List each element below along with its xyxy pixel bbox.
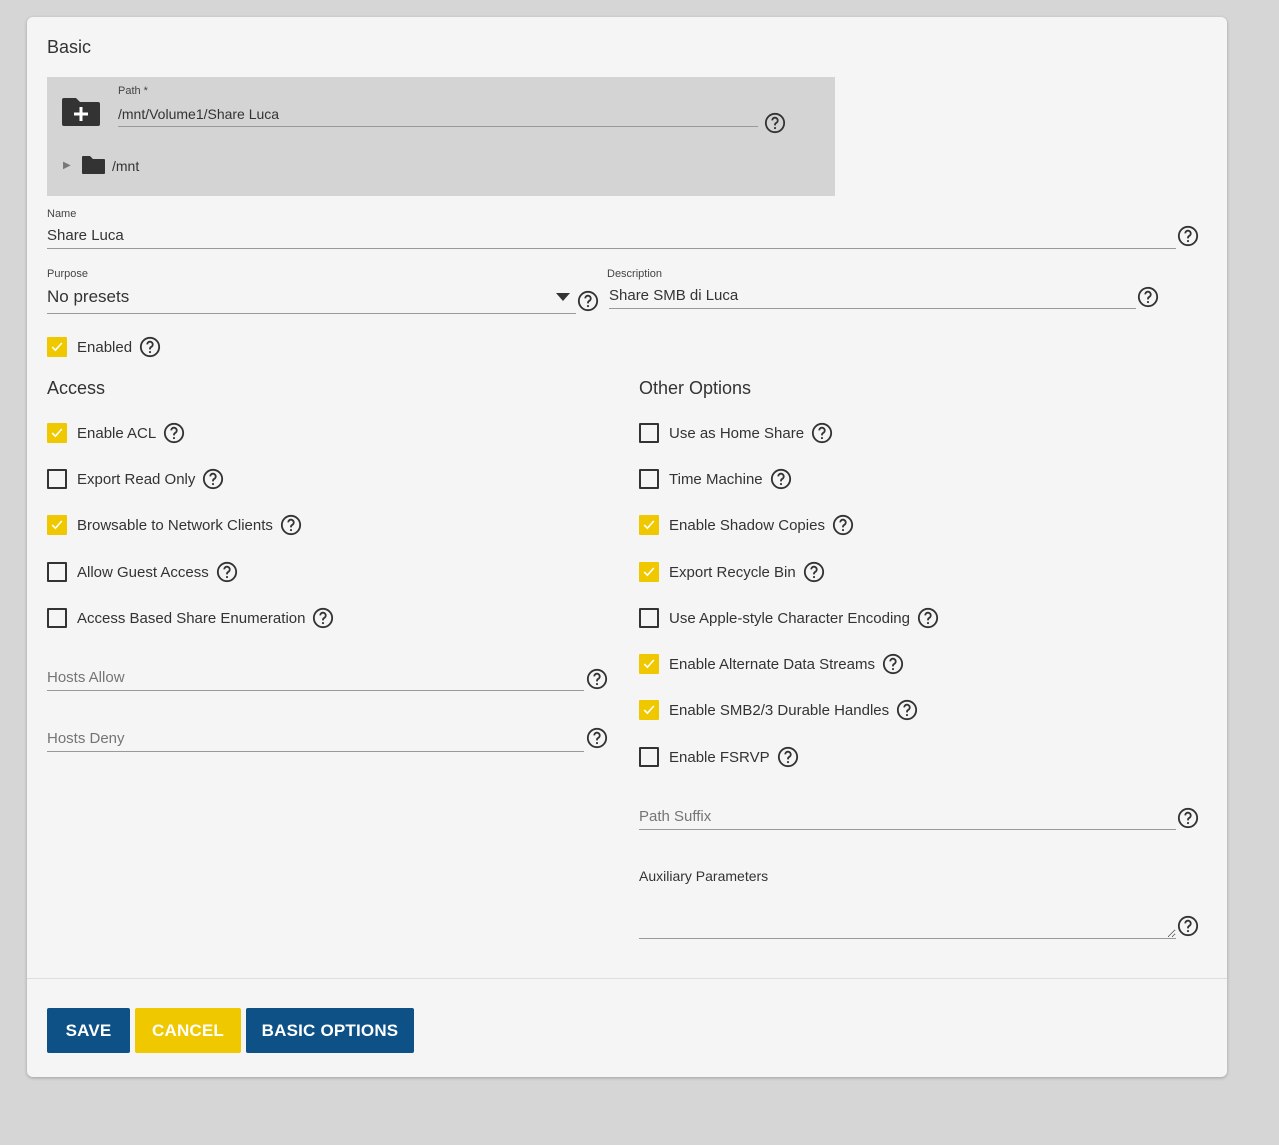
option-label: Enable SMB2/3 Durable Handles (669, 701, 890, 719)
help-circle-icon[interactable] (803, 561, 825, 583)
enabled-option[interactable]: Enabled (47, 336, 161, 358)
check-icon (51, 428, 63, 438)
option-label: Use as Home Share (669, 424, 805, 442)
description-label: Description (607, 268, 663, 280)
option-guest-access[interactable]: Allow Guest Access (47, 561, 238, 583)
option-label: Enable Shadow Copies (669, 516, 825, 534)
enabled-checkbox[interactable] (47, 337, 67, 357)
divider (27, 978, 1227, 979)
help-circle-icon[interactable] (1177, 225, 1199, 247)
checkbox[interactable] (639, 700, 659, 720)
hosts-allow-input[interactable] (47, 665, 584, 691)
checkbox[interactable] (639, 562, 659, 582)
path-suffix-input[interactable] (639, 804, 1176, 830)
checkbox[interactable] (639, 654, 659, 674)
option-home-share[interactable]: Use as Home Share (639, 422, 833, 444)
basic-options-button[interactable]: BASIC OPTIONS (246, 1008, 414, 1053)
chevron-down-icon (556, 293, 570, 301)
help-circle-icon[interactable] (577, 290, 599, 312)
path-input[interactable] (118, 101, 758, 127)
check-icon (51, 342, 63, 352)
help-circle-icon[interactable] (312, 607, 334, 629)
option-label: Browsable to Network Clients (77, 516, 273, 534)
help-circle-icon[interactable] (882, 653, 904, 675)
option-export-read-only[interactable]: Export Read Only (47, 468, 224, 490)
checkbox[interactable] (639, 423, 659, 443)
check-icon (643, 567, 655, 577)
check-icon (643, 705, 655, 715)
option-label: Enable FSRVP (669, 748, 770, 766)
checkbox[interactable] (47, 515, 67, 535)
smb-share-form: Basic Path * ▶ /mnt Name Purpose No pres… (27, 17, 1227, 1077)
checkbox[interactable] (639, 515, 659, 535)
option-browsable[interactable]: Browsable to Network Clients (47, 514, 302, 536)
check-icon (51, 520, 63, 530)
option-label: Time Machine (669, 470, 763, 488)
help-circle-icon[interactable] (896, 699, 918, 721)
help-circle-icon[interactable] (586, 668, 608, 690)
option-fsrvp[interactable]: Enable FSRVP (639, 746, 799, 768)
help-circle-icon[interactable] (280, 514, 302, 536)
help-circle-icon[interactable] (1137, 286, 1159, 308)
option-shadow-copies[interactable]: Enable Shadow Copies (639, 514, 854, 536)
tree-expand-arrow-icon[interactable]: ▶ (63, 160, 71, 171)
help-circle-icon[interactable] (216, 561, 238, 583)
help-circle-icon[interactable] (139, 336, 161, 358)
name-field[interactable] (47, 223, 1176, 249)
check-icon (643, 659, 655, 669)
aux-params-label: Auxiliary Parameters (639, 868, 769, 884)
name-label: Name (47, 208, 77, 220)
option-label: Export Recycle Bin (669, 563, 796, 581)
enabled-label: Enabled (77, 338, 133, 356)
option-time-machine[interactable]: Time Machine (639, 468, 792, 490)
purpose-select[interactable]: No presets (47, 283, 576, 314)
folder-plus-icon[interactable] (62, 95, 100, 127)
help-circle-icon[interactable] (811, 422, 833, 444)
save-button[interactable]: SAVE (47, 1008, 130, 1053)
option-enable-acl[interactable]: Enable ACL (47, 422, 185, 444)
help-circle-icon[interactable] (163, 422, 185, 444)
section-title-other-options: Other Options (639, 378, 752, 398)
checkbox[interactable] (639, 469, 659, 489)
checkbox[interactable] (47, 608, 67, 628)
checkbox[interactable] (639, 747, 659, 767)
checkbox[interactable] (47, 562, 67, 582)
help-circle-icon[interactable] (586, 727, 608, 749)
aux-params-textarea[interactable] (639, 890, 1176, 939)
checkbox[interactable] (47, 469, 67, 489)
hosts-deny-input[interactable] (47, 726, 584, 752)
help-circle-icon[interactable] (770, 468, 792, 490)
option-label: Export Read Only (77, 470, 196, 488)
option-recycle-bin[interactable]: Export Recycle Bin (639, 561, 825, 583)
tree-node-mnt[interactable]: /mnt (112, 158, 139, 174)
option-label: Use Apple-style Character Encoding (669, 609, 910, 627)
option-label: Allow Guest Access (77, 563, 209, 581)
help-circle-icon[interactable] (1177, 915, 1199, 937)
folder-icon (82, 156, 105, 174)
check-icon (643, 520, 655, 530)
help-circle-icon[interactable] (777, 746, 799, 768)
section-title-access: Access (47, 378, 106, 398)
option-label: Access Based Share Enumeration (77, 609, 306, 627)
option-durable-handles[interactable]: Enable SMB2/3 Durable Handles (639, 699, 918, 721)
option-label: Enable Alternate Data Streams (669, 655, 875, 673)
help-circle-icon[interactable] (202, 468, 224, 490)
help-circle-icon[interactable] (1177, 807, 1199, 829)
purpose-select-value: No presets (47, 287, 130, 306)
checkbox[interactable] (47, 423, 67, 443)
option-abse[interactable]: Access Based Share Enumeration (47, 607, 334, 629)
section-title-basic: Basic (47, 37, 92, 57)
help-circle-icon[interactable] (917, 607, 939, 629)
purpose-label: Purpose (47, 268, 88, 280)
help-circle-icon[interactable] (832, 514, 854, 536)
help-circle-icon[interactable] (764, 112, 786, 134)
path-explorer: Path * ▶ /mnt (47, 77, 835, 196)
option-alternate-data-streams[interactable]: Enable Alternate Data Streams (639, 653, 904, 675)
path-label: Path * (118, 85, 148, 97)
option-apple-encoding[interactable]: Use Apple-style Character Encoding (639, 607, 939, 629)
option-label: Enable ACL (77, 424, 157, 442)
description-field[interactable] (609, 283, 1136, 309)
checkbox[interactable] (639, 608, 659, 628)
cancel-button[interactable]: CANCEL (135, 1008, 241, 1053)
